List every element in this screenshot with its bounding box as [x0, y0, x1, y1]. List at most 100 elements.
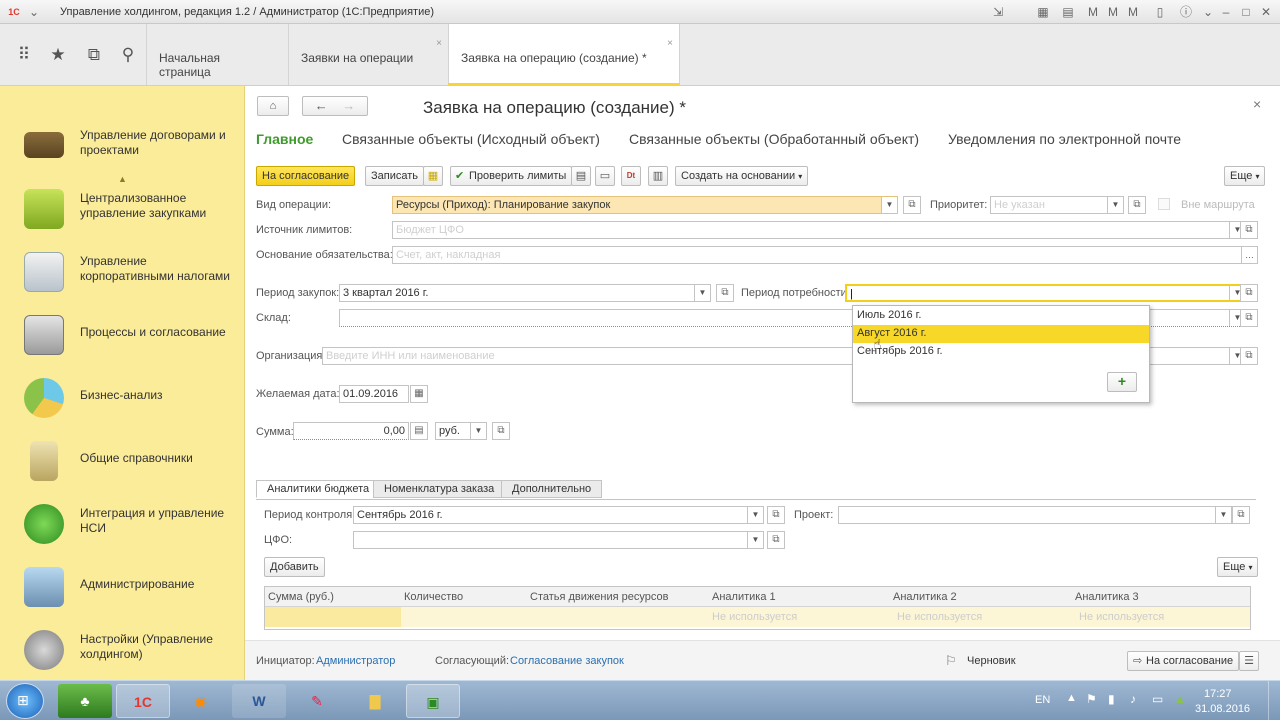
tab-home[interactable]: Начальная страница [146, 24, 287, 85]
dropdown-icon[interactable]: ⌄ [1200, 4, 1216, 20]
open-icon[interactable]: ⧉ [1240, 347, 1258, 365]
limit-source-field[interactable]: Бюджет ЦФО ▼ [392, 221, 1246, 239]
sidebar-item-analytics[interactable]: Бизнес-анализ [0, 366, 245, 428]
tab-requests[interactable]: Заявки на операции × [288, 24, 448, 85]
history-icon[interactable]: ⧉ [82, 44, 106, 66]
sidebar-item-purchases[interactable]: Централизованное управление закупками [0, 177, 245, 239]
ellipsis-icon[interactable]: … [1241, 247, 1257, 263]
subtab-budget-analytics[interactable]: Аналитики бюджета [256, 480, 381, 498]
table-cell[interactable]: Не используется [897, 611, 982, 623]
language-indicator[interactable]: EN [1035, 694, 1050, 706]
approver-link[interactable]: Согласование закупок [510, 655, 624, 667]
open-icon[interactable]: ⧉ [767, 506, 785, 524]
open-icon[interactable]: ⧉ [903, 196, 921, 214]
sidebar-item-settings[interactable]: Настройки (Управление холдингом) [0, 618, 245, 680]
chevron-down-icon[interactable]: ▼ [694, 285, 710, 301]
calc-icon[interactable]: ▤ [1060, 4, 1076, 20]
dropdown-option[interactable]: Июль 2016 г. [853, 307, 1149, 325]
sidebar-item-processes[interactable]: Процессы и согласование [0, 303, 245, 365]
column-header[interactable]: Статья движения ресурсов [530, 591, 668, 603]
taskbar-tree-app-icon[interactable]: ♣ [58, 684, 112, 718]
chevron-down-icon[interactable]: ▼ [1215, 507, 1231, 523]
calendar-icon[interactable]: ▦ [1035, 4, 1051, 20]
initiator-link[interactable]: Администратор [316, 655, 395, 667]
nav-tab-source-objects[interactable]: Связанные объекты (Исходный объект) [342, 131, 600, 147]
calculator-icon[interactable]: ▤ [410, 422, 428, 440]
panels-icon[interactable]: ▯ [1152, 4, 1168, 20]
chevron-down-icon[interactable]: ▼ [747, 532, 763, 548]
open-icon[interactable]: ⧉ [492, 422, 510, 440]
out-of-route-checkbox[interactable] [1158, 198, 1170, 210]
nav-tab-processed-objects[interactable]: Связанные объекты (Обработанный объект) [629, 131, 919, 147]
tray-volume-icon[interactable]: ♪ [1130, 692, 1136, 706]
nav-tab-main[interactable]: Главное [256, 131, 313, 147]
sidebar-item-catalogs[interactable]: Общие справочники [0, 429, 245, 491]
table-cell-sum[interactable] [265, 607, 401, 627]
cfo-field[interactable]: ▼ [353, 531, 764, 549]
column-header[interactable]: Количество [404, 591, 463, 603]
link-icon[interactable]: ⇲ [990, 4, 1006, 20]
open-icon[interactable]: ⧉ [1240, 284, 1258, 302]
chevron-down-icon[interactable]: ▼ [470, 423, 486, 439]
tray-expand-icon[interactable]: ▲ [1066, 692, 1077, 704]
report-icon[interactable]: ▥ [648, 166, 668, 186]
open-icon[interactable]: ⧉ [767, 531, 785, 549]
post-icon[interactable]: ▦ [423, 166, 443, 186]
check-limits-button[interactable]: ✔ Проверить лимиты [450, 166, 573, 186]
forward-arrow-icon[interactable]: → [342, 98, 355, 113]
open-icon[interactable]: ⧉ [716, 284, 734, 302]
maximize-icon[interactable]: □ [1238, 4, 1254, 20]
apps-grid-icon[interactable]: ⠿ [12, 44, 36, 66]
clock-date[interactable]: 31.08.2016 [1195, 703, 1250, 715]
minimize-icon[interactable]: – [1218, 4, 1234, 20]
column-header[interactable]: Сумма (руб.) [268, 591, 334, 603]
chevron-down-icon[interactable]: ▼ [1107, 197, 1123, 213]
dropdown-option-selected[interactable]: Август 2016 г. [853, 325, 1149, 343]
home-button[interactable]: ⌂ [257, 96, 289, 116]
sidebar-item-admin[interactable]: Администрирование [0, 555, 245, 617]
taskbar-word-icon[interactable]: W [232, 684, 286, 718]
list-icon[interactable]: ☰ [1239, 651, 1259, 671]
close-form-icon[interactable]: × [1253, 96, 1261, 112]
back-forward-buttons[interactable]: ← → [302, 96, 368, 116]
subtab-additional[interactable]: Дополнительно [501, 480, 603, 498]
show-desktop-button[interactable] [1268, 681, 1280, 720]
start-button[interactable]: ⊞ [6, 683, 44, 719]
open-icon[interactable]: ⧉ [1232, 506, 1250, 524]
close-tab-icon[interactable]: × [436, 38, 442, 49]
close-tab-icon[interactable]: × [667, 38, 673, 49]
open-icon[interactable]: ⧉ [1240, 221, 1258, 239]
menu-chevron-icon[interactable]: ⌄ [26, 4, 42, 20]
column-header[interactable]: Аналитика 2 [893, 591, 957, 603]
taskbar-paint-icon[interactable]: ✎ [290, 684, 344, 718]
column-header[interactable]: Аналитика 3 [1075, 591, 1139, 603]
table-cell[interactable]: Не используется [712, 611, 797, 623]
subtab-order-nomenclature[interactable]: Номенклатура заказа [373, 480, 506, 498]
column-header[interactable]: Аналитика 1 [712, 591, 776, 603]
sidebar-item-taxes[interactable]: Управление корпоративными налогами [0, 240, 245, 302]
operation-type-field[interactable]: Ресурсы (Приход): Планирование закупок ▼ [392, 196, 898, 214]
comment-icon[interactable]: ▭ [595, 166, 615, 186]
back-arrow-icon[interactable]: ← [315, 98, 328, 113]
print-icon[interactable]: ▤ [571, 166, 591, 186]
info-icon[interactable]: ⓘ [1178, 4, 1194, 20]
open-icon[interactable]: ⧉ [1128, 196, 1146, 214]
tray-drive-icon[interactable]: ▲ [1174, 692, 1186, 706]
dt-kt-icon[interactable]: Dt [621, 166, 641, 186]
create-based-on-button[interactable]: Создать на основании ▾ [675, 166, 809, 186]
project-field[interactable]: ▼ [838, 506, 1232, 524]
control-period-field[interactable]: Сентябрь 2016 г. ▼ [353, 506, 764, 524]
mminus-icon[interactable]: M [1125, 4, 1141, 20]
tab-request-create[interactable]: Заявка на операцию (создание) * × [448, 24, 680, 86]
search-icon[interactable]: ⚲ [116, 44, 140, 66]
desired-date-field[interactable]: 01.09.2016 [339, 385, 409, 403]
tray-battery-icon[interactable]: ▭ [1152, 692, 1163, 706]
calendar-icon[interactable]: ▦ [410, 385, 428, 403]
nav-tab-email-notifications[interactable]: Уведомления по электронной почте [948, 131, 1181, 147]
close-window-icon[interactable]: ✕ [1258, 4, 1274, 20]
m-icon[interactable]: M [1085, 4, 1101, 20]
clock-time[interactable]: 17:27 [1204, 688, 1232, 700]
sum-field[interactable]: 0,00 [293, 422, 409, 440]
taskbar-firefox-icon[interactable]: ◉ [174, 684, 228, 718]
chevron-down-icon[interactable]: ▼ [747, 507, 763, 523]
